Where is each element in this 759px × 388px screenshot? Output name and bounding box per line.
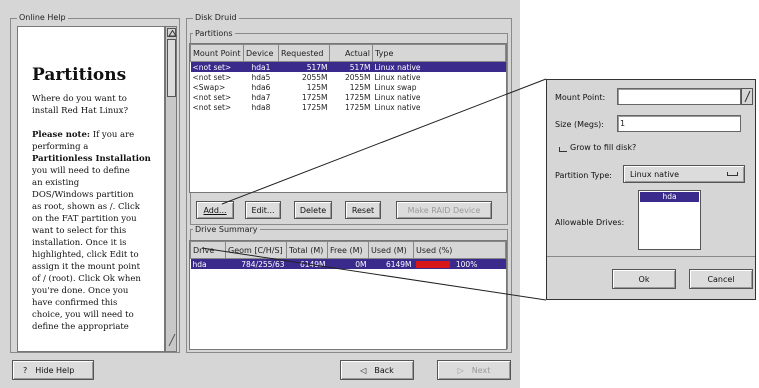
dialog-divider: [547, 256, 755, 257]
drive-item-hda[interactable]: hda: [640, 192, 699, 202]
partition-type-label: Partition Type:: [555, 171, 612, 180]
grow-label: Grow to fill disk?: [570, 143, 637, 152]
size-label: Size (Megs):: [555, 120, 604, 129]
cancel-button[interactable]: Cancel: [689, 269, 753, 289]
allowable-drives-label: Allowable Drives:: [555, 218, 625, 227]
option-menu-icon: [727, 172, 738, 176]
partition-type-value: Linux native: [630, 169, 680, 179]
size-value: 1: [620, 119, 626, 128]
add-partition-dialog: Mount Point: Size (Megs): 1 Grow to fill…: [546, 79, 756, 300]
partition-type-select[interactable]: Linux native: [623, 165, 745, 183]
ok-button[interactable]: Ok: [612, 269, 676, 289]
mount-point-label: Mount Point:: [555, 93, 606, 102]
mount-point-dropdown-icon[interactable]: [741, 88, 753, 105]
size-input[interactable]: 1: [617, 115, 741, 132]
allowable-drives-list: hda: [638, 190, 701, 250]
grow-checkbox[interactable]: [559, 146, 567, 152]
mount-point-combo[interactable]: [617, 88, 741, 105]
grow-checkbox-row[interactable]: Grow to fill disk?: [559, 143, 636, 152]
